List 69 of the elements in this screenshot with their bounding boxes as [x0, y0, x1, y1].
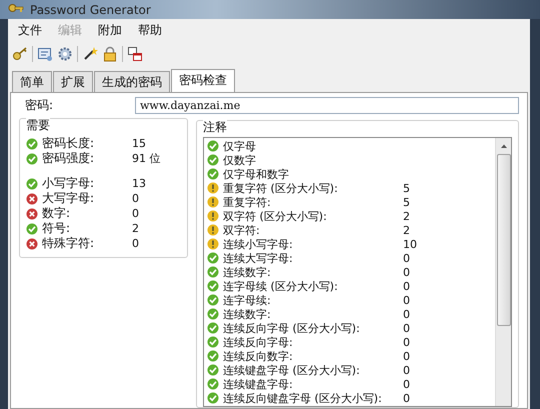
scroll-up-icon[interactable]	[500, 143, 508, 149]
menu-item[interactable]: 附加	[98, 22, 122, 39]
note-label: 连字母续 (区分大小写):	[223, 278, 339, 294]
note-label: 连续反向数字:	[223, 348, 294, 364]
tab[interactable]: 扩展	[53, 71, 93, 92]
note-label: 连续小写字母:	[223, 236, 294, 252]
note-value: 2	[403, 210, 410, 222]
requirement-value: 0	[132, 207, 139, 220]
menu-item[interactable]: 帮助	[138, 22, 162, 39]
note-value: 0	[403, 252, 410, 264]
note-label: 连字母续:	[223, 292, 272, 308]
note-value: 0	[403, 364, 410, 376]
requirement-label: 数字:	[42, 205, 72, 222]
note-label: 连续反向字母:	[223, 334, 294, 350]
scrollbar-thumb[interactable]	[496, 154, 510, 326]
note-label: 双字符:	[223, 222, 261, 238]
requirement-value: 0	[132, 237, 139, 250]
note-value: 0	[403, 294, 410, 306]
requirement-value: 13	[132, 177, 146, 190]
windows-icon[interactable]	[127, 46, 143, 62]
note-value: 5	[403, 196, 410, 208]
note-value: 0	[403, 392, 410, 404]
requirement-value: 2	[132, 222, 139, 235]
note-value: 0	[403, 336, 410, 348]
requirement-value: 91 位	[132, 151, 160, 166]
requirement-label: 密码长度:	[42, 135, 96, 152]
requirement-label: 大写字母:	[42, 190, 96, 206]
note-label: 连续反向字母 (区分大小写):	[223, 320, 361, 336]
tab[interactable]: 简单	[12, 71, 52, 92]
note-label: 连续键盘字母:	[223, 376, 294, 392]
scrollbar[interactable]	[495, 138, 511, 406]
tab[interactable]: 生成的密码	[94, 71, 170, 92]
note-label: 连续反向键盘字母 (区分大小写):	[223, 390, 383, 406]
password-label: 密码:	[25, 97, 54, 114]
requirement-value: 0	[132, 192, 139, 205]
note-value: 0	[403, 350, 410, 362]
note-label: 连续数字:	[223, 306, 272, 322]
password-field[interactable]: www.dayanzai.me	[135, 97, 519, 114]
requirement-label: 小写字母:	[42, 175, 96, 192]
tab[interactable]: 密码检查	[171, 69, 235, 92]
note-value: 0	[403, 280, 410, 292]
note-value: 0	[403, 378, 410, 390]
wand-icon[interactable]	[82, 46, 98, 62]
lock-icon[interactable]	[102, 46, 118, 62]
menu-item[interactable]: 文件	[18, 22, 42, 39]
window-title: Password Generator	[30, 2, 151, 16]
note-value: 2	[403, 224, 410, 236]
note-label: 连续键盘字母 (区分大小写):	[223, 362, 361, 378]
group-title: 需要	[26, 117, 50, 134]
note-value: 5	[403, 182, 410, 194]
requirement-label: 密码强度:	[42, 150, 96, 167]
card-icon[interactable]	[37, 46, 53, 62]
key-icon[interactable]	[12, 46, 28, 62]
note-label: 重复字符:	[223, 194, 272, 210]
requirement-value: 15	[132, 137, 146, 150]
note-label: 连续大写字母:	[223, 250, 294, 266]
note-label: 重复字符 (区分大小写):	[223, 180, 339, 196]
note-value: 0	[403, 322, 410, 334]
note-value: 10	[403, 238, 417, 250]
note-label: 仅字母	[223, 138, 257, 154]
requirement-label: 特殊字符:	[42, 235, 96, 252]
gear-icon[interactable]	[57, 46, 73, 62]
requirement-label: 符号:	[42, 220, 72, 236]
note-label: 仅字母和数字	[223, 166, 290, 182]
note-label: 双字符 (区分大小写):	[223, 208, 328, 224]
note-label: 仅数字	[223, 152, 257, 168]
note-value: 0	[403, 308, 410, 320]
note-value: 0	[403, 266, 410, 278]
note-label: 连续数字:	[223, 264, 272, 280]
